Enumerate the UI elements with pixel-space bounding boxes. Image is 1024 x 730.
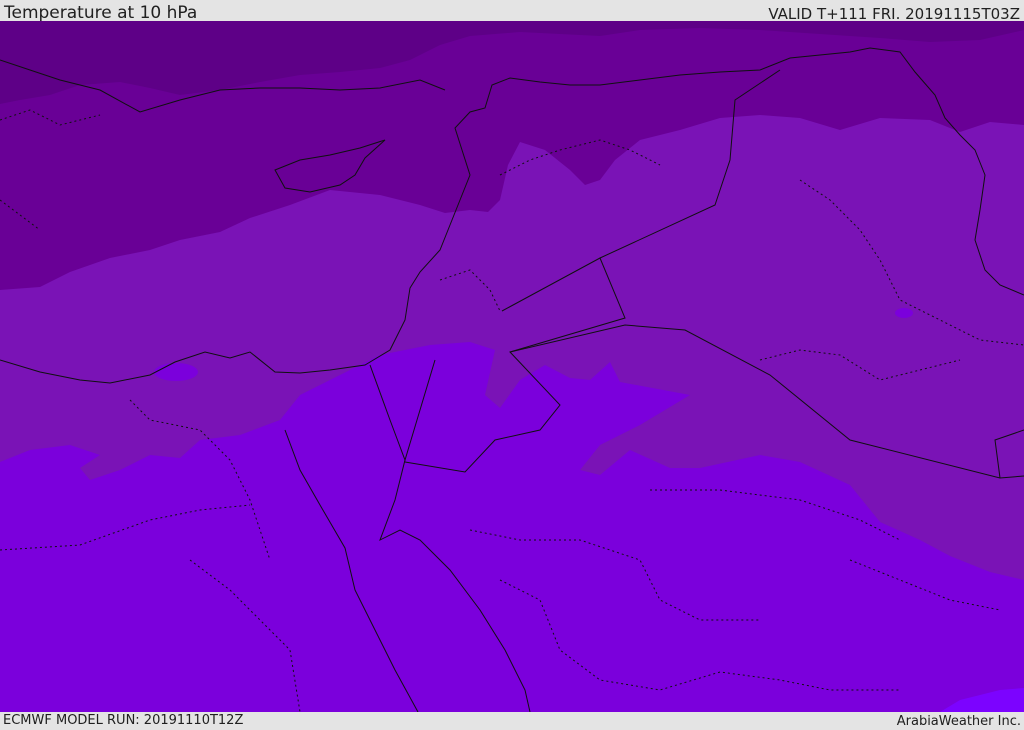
footer-bar: ECMWF MODEL RUN: 20191110T12Z ArabiaWeat… xyxy=(0,712,1024,729)
blob-med xyxy=(154,363,198,381)
map-title: Temperature at 10 hPa xyxy=(4,3,198,23)
temperature-map[interactable] xyxy=(0,21,1024,712)
map-svg xyxy=(0,21,1024,712)
credit-label: ArabiaWeather Inc. xyxy=(896,714,1021,729)
title-bar: Temperature at 10 hPa VALID T+111 FRI. 2… xyxy=(0,0,1024,23)
blob-east xyxy=(895,308,913,318)
model-run-label: ECMWF MODEL RUN: 20191110T12Z xyxy=(3,713,244,728)
